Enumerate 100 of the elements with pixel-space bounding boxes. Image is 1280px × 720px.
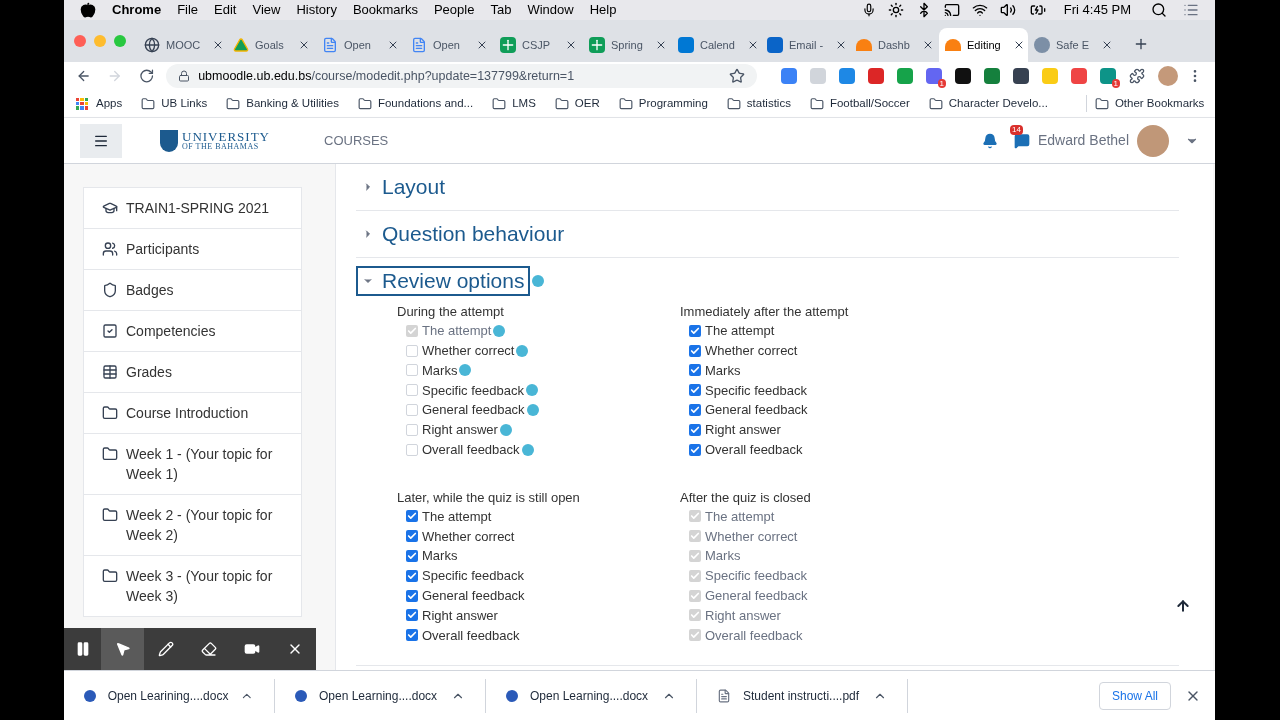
browser-tab[interactable]: Calend	[672, 28, 761, 62]
download-item[interactable]: Open Learning....docx	[530, 686, 650, 705]
menu-button[interactable]	[80, 123, 122, 158]
bookmark-folder[interactable]: Programming	[618, 94, 708, 113]
checkbox[interactable]	[689, 384, 701, 397]
apple-icon[interactable]	[80, 2, 96, 18]
checkbox[interactable]	[406, 404, 418, 417]
browser-tab[interactable]: MOOC	[138, 28, 227, 62]
bookmark-folder[interactable]: LMS	[492, 94, 536, 113]
message-icon[interactable]	[1013, 132, 1030, 149]
checkbox[interactable]	[406, 443, 418, 456]
download-item[interactable]: Student instructi....pdf	[743, 686, 861, 705]
checkbox[interactable]	[406, 609, 418, 622]
checkbox[interactable]	[406, 344, 418, 357]
checkbox[interactable]	[406, 510, 418, 523]
menu-item[interactable]: Window	[527, 0, 574, 20]
browser-tab[interactable]: Goals	[227, 28, 316, 62]
sidebar-item[interactable]: Week 3 - (Your topic for Week 3)	[83, 555, 302, 617]
close-window-button[interactable]	[74, 35, 86, 47]
close-icon[interactable]	[476, 39, 488, 51]
profile-avatar[interactable]	[1158, 66, 1178, 86]
sidebar-item[interactable]: Week 1 - (Your topic for Week 1)	[83, 433, 302, 495]
puzzle-icon[interactable]	[1129, 68, 1145, 84]
user-avatar[interactable]	[1137, 124, 1169, 157]
checkbox[interactable]	[689, 364, 701, 377]
list-icon[interactable]	[1183, 2, 1199, 18]
sun-icon[interactable]	[887, 2, 904, 18]
close-icon[interactable]	[565, 39, 577, 51]
browser-tab[interactable]: Dashb	[850, 28, 939, 62]
show-all-button[interactable]: Show All	[1098, 681, 1171, 710]
sidebar-item[interactable]: Course Introduction	[83, 392, 302, 434]
back-icon[interactable]	[76, 68, 92, 84]
clock[interactable]: Fri 4:45 PM	[1063, 0, 1131, 20]
menu-item[interactable]: View	[252, 0, 281, 20]
checkbox[interactable]	[406, 423, 418, 436]
checkbox[interactable]	[406, 384, 418, 397]
volume-icon[interactable]	[999, 2, 1016, 18]
checkbox[interactable]	[689, 344, 701, 357]
browser-tab[interactable]: Safe E	[1028, 28, 1117, 62]
checkbox[interactable]	[406, 364, 418, 377]
menu-item[interactable]: Edit	[214, 0, 237, 20]
checkbox[interactable]	[689, 443, 701, 456]
apps-bookmark[interactable]: Apps	[76, 94, 123, 113]
close-icon[interactable]	[298, 39, 310, 51]
menu-item[interactable]: History	[296, 0, 337, 20]
section-header[interactable]: Review options	[356, 266, 531, 296]
pointer-button[interactable]	[101, 628, 144, 670]
browser-tab[interactable]: CSJP	[494, 28, 583, 62]
extension-icon[interactable]	[1013, 68, 1029, 84]
other-bookmarks[interactable]: Other Bookmarks	[1085, 94, 1205, 113]
sidebar-item[interactable]: TRAIN1-SPRING 2021	[83, 187, 302, 229]
checkbox[interactable]	[689, 324, 701, 337]
notification-icon[interactable]	[981, 132, 998, 149]
menu-item[interactable]: Bookmarks	[352, 0, 418, 20]
menu-item[interactable]: People	[433, 0, 475, 20]
checkbox[interactable]	[689, 423, 701, 436]
browser-tab[interactable]: Open	[405, 28, 494, 62]
download-item[interactable]: Open Learining....docx	[107, 686, 229, 705]
courses-link[interactable]: COURSES	[324, 130, 389, 151]
menu-item[interactable]: Tab	[490, 0, 512, 20]
close-icon[interactable]	[387, 39, 399, 51]
microphone-icon[interactable]	[861, 3, 876, 17]
section-header[interactable]: Question behaviour	[356, 219, 571, 249]
checkbox[interactable]	[406, 530, 418, 543]
bookmark-folder[interactable]: OER	[554, 94, 600, 113]
address-bar[interactable]: ubmoodle.ub.edu.bs/course/modedit.php?update=137799&return=1	[166, 64, 757, 88]
screen-mirror-icon[interactable]	[943, 2, 960, 18]
checkbox[interactable]	[689, 404, 701, 417]
app-menu[interactable]: Chrome	[112, 0, 162, 20]
new-tab-icon[interactable]	[1133, 36, 1149, 52]
sidebar-item[interactable]: Grades	[83, 351, 302, 393]
wifi-icon[interactable]	[971, 2, 988, 18]
checkbox[interactable]	[406, 569, 418, 582]
university-logo[interactable]: UNIVERSITY OF THE BAHAMAS	[160, 129, 270, 152]
checkbox[interactable]	[406, 550, 418, 563]
browser-tab[interactable]: Editing	[939, 28, 1028, 62]
download-item[interactable]: Open Learning....docx	[319, 686, 439, 705]
sidebar-item[interactable]: Badges	[83, 269, 302, 311]
sidebar-item[interactable]: Week 2 - (Your topic for Week 2)	[83, 494, 302, 556]
browser-tab[interactable]: Spring	[583, 28, 672, 62]
bookmark-folder[interactable]: Football/Soccer	[809, 94, 910, 113]
user-name[interactable]: Edward Bethel	[1037, 130, 1129, 151]
browser-tab[interactable]: Open	[316, 28, 405, 62]
bookmark-folder[interactable]: Character Develo...	[928, 94, 1048, 113]
reload-icon[interactable]	[138, 68, 155, 84]
section-header[interactable]: Layout	[356, 172, 452, 202]
bookmark-star-icon[interactable]	[729, 68, 745, 84]
browser-tab[interactable]: Email -	[761, 28, 850, 62]
bookmark-folder[interactable]: UB Links	[141, 94, 208, 113]
extension-icon[interactable]	[955, 68, 971, 84]
bookmark-folder[interactable]: Foundations and...	[357, 94, 474, 113]
menu-item[interactable]: File	[177, 0, 199, 20]
checkbox[interactable]	[406, 629, 418, 642]
sidebar-item[interactable]: Competencies	[83, 310, 302, 352]
search-icon[interactable]	[1151, 2, 1167, 18]
bookmark-folder[interactable]: Banking & Utilities	[226, 94, 339, 113]
menu-item[interactable]: Help	[589, 0, 617, 20]
sidebar-item[interactable]: Participants	[83, 228, 302, 270]
bookmark-folder[interactable]: statistics	[726, 94, 791, 113]
checkbox[interactable]	[406, 589, 418, 602]
